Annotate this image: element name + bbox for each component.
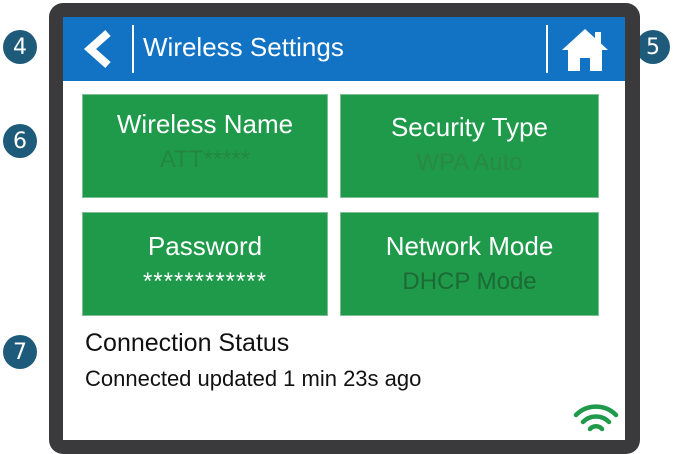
wireless-name-tile[interactable]: Wireless Name ATT*****	[82, 94, 328, 198]
password-value: ************	[142, 268, 268, 295]
callout-marker-7: 7	[3, 335, 37, 369]
password-tile[interactable]: Password ************	[82, 212, 328, 316]
security-type-tile[interactable]: Security Type WPA Auto	[340, 94, 599, 198]
password-label: Password	[147, 231, 263, 261]
callout-marker-5: 5	[636, 30, 670, 64]
header-bar: Wireless Settings	[63, 17, 625, 81]
connection-status-text: Connected updated 1 min 23s ago	[85, 366, 422, 391]
page-title: Wireless Settings	[143, 32, 344, 62]
wifi-icon	[573, 404, 619, 432]
device-screen: Wireless Settings Wireless Name ATT*****…	[63, 17, 625, 440]
callout-marker-4: 4	[3, 30, 37, 64]
network-mode-label: Network Mode	[385, 231, 554, 261]
security-type-value: WPA Auto	[416, 149, 523, 176]
wireless-name-label: Wireless Name	[116, 109, 294, 139]
security-type-label: Security Type	[390, 112, 549, 142]
home-button[interactable]	[557, 25, 613, 75]
header-divider-right	[546, 25, 548, 73]
home-icon	[562, 29, 608, 71]
header-divider-left	[132, 25, 134, 73]
chevron-left-icon	[83, 30, 111, 68]
back-button[interactable]	[69, 23, 129, 75]
connection-status-title: Connection Status	[85, 329, 290, 357]
network-mode-tile[interactable]: Network Mode DHCP Mode	[340, 212, 599, 316]
callout-marker-6: 6	[3, 124, 37, 158]
network-mode-value: DHCP Mode	[402, 268, 537, 295]
wireless-name-value: ATT*****	[159, 146, 251, 173]
